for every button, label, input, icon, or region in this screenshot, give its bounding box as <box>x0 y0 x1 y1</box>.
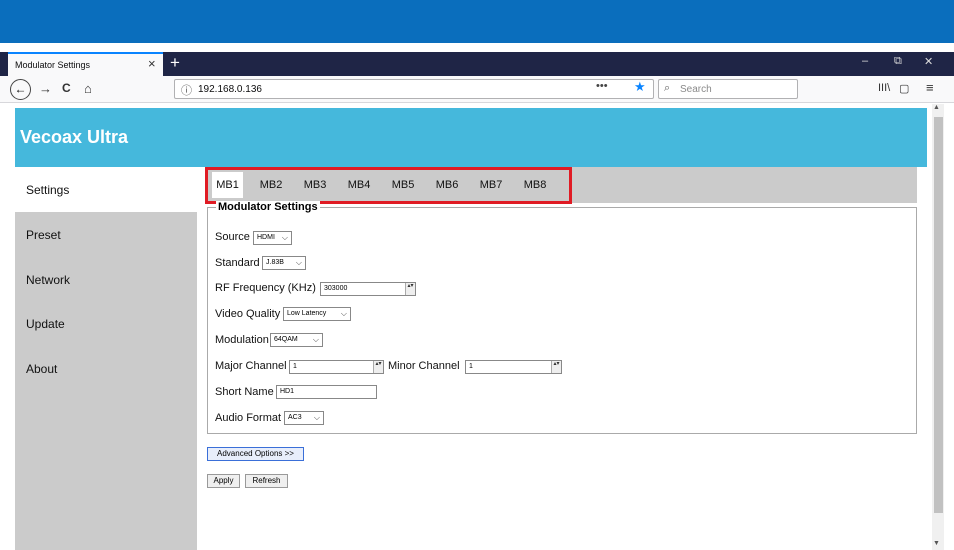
spin-icon[interactable]: ▴▾ <box>373 361 383 373</box>
forward-icon[interactable]: → <box>39 81 52 96</box>
chevron-down-icon: ⌵ <box>281 233 288 242</box>
sidebar-item-label: Preset <box>26 228 61 242</box>
search-input[interactable]: ⌕ Search <box>658 79 798 99</box>
minimize-window-icon[interactable]: – <box>862 55 868 67</box>
minor-channel-input[interactable]: 1 ▴▾ <box>465 360 562 374</box>
home-icon[interactable]: ⌂ <box>84 81 92 96</box>
major-channel-label: Major Channel <box>215 360 287 372</box>
standard-select[interactable]: J.83B ⌵ <box>262 256 306 270</box>
tab-highlight-box <box>205 167 572 204</box>
app-header: Vecoax Ultra <box>15 108 927 167</box>
minor-channel-value: 1 <box>469 363 473 370</box>
browser-tab[interactable]: Modulator Settings × <box>8 52 163 76</box>
scroll-down-icon[interactable]: ▼ <box>933 540 940 547</box>
modulation-select[interactable]: 64QAM ⌵ <box>270 333 323 347</box>
video-quality-select[interactable]: Low Latency ⌵ <box>283 307 351 321</box>
audio-format-value: AC3 <box>288 414 302 421</box>
major-channel-value: 1 <box>293 363 297 370</box>
scrollbar-thumb[interactable] <box>934 117 943 513</box>
desktop-gap <box>0 43 954 52</box>
scroll-up-icon[interactable]: ▲ <box>933 104 940 111</box>
modulation-value: 64QAM <box>274 336 298 343</box>
sidebar-item-label: Network <box>26 273 71 287</box>
apply-button[interactable]: Apply <box>207 474 240 488</box>
library-icon[interactable]: III\ <box>878 82 890 94</box>
menu-icon[interactable]: ≡ <box>926 80 934 95</box>
sidebar-item-label: Update <box>26 317 65 331</box>
sidebar: Settings Preset Network Update About <box>15 167 197 550</box>
source-select[interactable]: HDMI ⌵ <box>253 231 292 245</box>
url-bar[interactable]: ⓘ 192.168.0.136 <box>174 79 654 99</box>
restore-window-icon[interactable]: ⧉ <box>894 55 902 68</box>
sidebar-item-preset[interactable]: Preset <box>15 212 197 257</box>
site-info-icon[interactable]: ⓘ <box>181 82 192 98</box>
sidebar-item-update[interactable]: Update <box>15 301 197 346</box>
modulation-label: Modulation <box>215 334 269 346</box>
standard-value: J.83B <box>266 259 284 266</box>
short-name-label: Short Name <box>215 386 274 398</box>
group-legend: Modulator Settings <box>216 201 320 213</box>
chevron-down-icon: ⌵ <box>295 258 302 267</box>
refresh-button[interactable]: Refresh <box>245 474 288 488</box>
close-window-icon[interactable]: ✕ <box>924 55 933 68</box>
minor-channel-label: Minor Channel <box>388 360 460 372</box>
url-text: 192.168.0.136 <box>198 84 262 95</box>
chevron-down-icon: ⌵ <box>340 309 347 318</box>
sidebar-item-about[interactable]: About <box>15 346 197 391</box>
sidebar-toggle-icon[interactable]: ▢ <box>899 82 909 95</box>
video-quality-value: Low Latency <box>287 310 327 317</box>
audio-format-label: Audio Format <box>215 412 282 424</box>
short-name-value: HD1 <box>280 388 295 395</box>
sidebar-item-label: About <box>26 362 58 376</box>
browser-tab-title: Modulator Settings <box>15 60 91 70</box>
page-actions-icon[interactable]: ••• <box>596 80 608 92</box>
video-quality-label: Video Quality <box>215 308 281 320</box>
advanced-options-button[interactable]: Advanced Options >> <box>207 447 304 461</box>
search-placeholder: Search <box>680 84 712 95</box>
bookmark-star-icon[interactable]: ★ <box>634 79 646 95</box>
close-tab-icon[interactable]: × <box>148 56 156 71</box>
short-name-input[interactable]: HD1 <box>276 385 377 399</box>
source-label: Source <box>215 231 250 243</box>
chevron-down-icon: ⌵ <box>312 335 319 344</box>
major-channel-input[interactable]: 1 ▴▾ <box>289 360 384 374</box>
standard-label: Standard <box>215 257 260 269</box>
desktop-top-band <box>0 0 954 43</box>
source-value: HDMI <box>257 234 275 241</box>
sidebar-item-network[interactable]: Network <box>15 257 197 302</box>
back-icon[interactable]: ← <box>10 79 31 100</box>
spin-icon[interactable]: ▴▾ <box>405 283 415 295</box>
sidebar-item-settings[interactable]: Settings <box>15 167 197 212</box>
reload-icon[interactable]: C <box>62 81 71 95</box>
app-title: Vecoax Ultra <box>20 127 129 147</box>
rf-frequency-label: RF Frequency (KHz) <box>215 282 316 294</box>
spin-icon[interactable]: ▴▾ <box>551 361 561 373</box>
rf-frequency-input[interactable]: 303000 ▴▾ <box>320 282 416 296</box>
search-icon: ⌕ <box>664 82 671 94</box>
new-tab-button[interactable]: + <box>166 52 184 74</box>
rf-frequency-value: 303000 <box>324 285 348 292</box>
sidebar-item-label: Settings <box>26 183 70 197</box>
chevron-down-icon: ⌵ <box>313 413 320 422</box>
audio-format-select[interactable]: AC3 ⌵ <box>284 411 324 425</box>
